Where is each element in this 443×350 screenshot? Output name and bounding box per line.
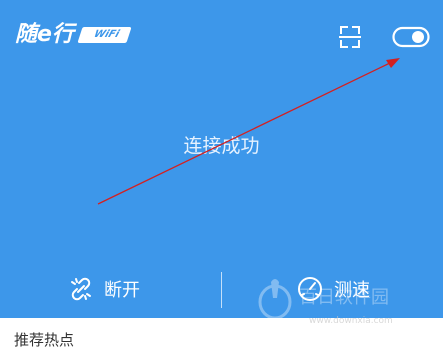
speedometer-icon (298, 277, 322, 301)
toggle-icon[interactable] (392, 25, 430, 49)
scan-icon[interactable] (339, 25, 361, 49)
speedtest-label: 测速 (334, 280, 370, 301)
disconnect-label: 断开 (104, 280, 140, 301)
connection-status: 连接成功 (183, 135, 260, 157)
action-divider (221, 272, 222, 308)
speedtest-button[interactable]: 测速 (296, 268, 370, 310)
broken-link-icon (71, 277, 91, 301)
app-logo: 随e行 WiFi (15, 20, 132, 50)
section-title: 推荐热点 (14, 331, 75, 349)
watermark-url: www.downxia.com (309, 316, 393, 326)
logo-text: 随e行 (15, 22, 74, 47)
disconnect-button[interactable]: 断开 (68, 268, 140, 310)
logo-badge: WiFi (77, 27, 132, 43)
